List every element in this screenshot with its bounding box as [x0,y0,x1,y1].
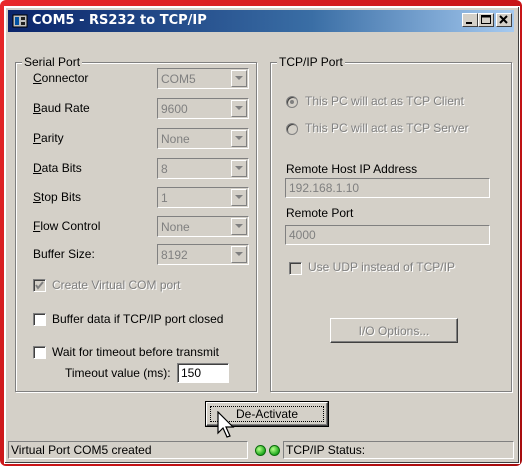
chevron-down-icon[interactable] [231,246,247,263]
mouse-cursor-icon [217,411,235,438]
buffer-size-select[interactable]: 8192 [157,244,249,265]
serial-port-app-icon [12,13,28,29]
checkmark-icon [35,281,44,290]
app-window: COM5 - RS232 to TCP/IP Serial Port Conne… [4,6,520,464]
timeout-value-input[interactable]: 150 [177,363,229,383]
create-virtual-com-checkbox[interactable] [33,279,46,292]
status-led-green-icon [269,445,280,456]
buffer-data-label: Buffer data if TCP/IP port closed [52,312,224,326]
flow-control-label: Flow Control [33,219,101,233]
status-message: Virtual Port COM5 created [11,443,152,457]
use-udp-label: Use UDP instead of TCP/IP [308,260,455,274]
tcpip-port-group-label: TCP/IP Port [277,55,345,69]
maximize-icon [481,15,491,24]
tcp-client-radio[interactable] [286,96,298,108]
baud-rate-select[interactable]: 9600 [157,98,249,119]
status-led-green-icon [255,445,266,456]
tcp-server-radio[interactable] [286,123,298,135]
remote-port-label: Remote Port [286,206,354,220]
flow-control-select[interactable]: None [157,216,249,237]
window-title: COM5 - RS232 to TCP/IP [32,13,207,28]
tcp-server-label: This PC will act as TCP Server [305,121,469,135]
chevron-down-icon[interactable] [231,189,247,206]
minimize-button[interactable] [462,13,478,27]
tcp-client-label: This PC will act as TCP Client [305,94,464,108]
stop-bits-select[interactable]: 1 [157,187,249,208]
tcp-status-panel: TCP/IP Status: [283,441,514,459]
data-bits-label: Data Bits [33,161,82,175]
baud-rate-label: Baud Rate [33,101,90,115]
chevron-down-icon[interactable] [231,100,247,117]
use-udp-checkbox[interactable] [289,262,302,275]
chevron-down-icon[interactable] [231,218,247,235]
timeout-value-label: Timeout value (ms): [65,366,171,380]
close-button[interactable] [496,13,512,27]
parity-select[interactable]: None [157,128,249,149]
chevron-down-icon[interactable] [231,130,247,147]
connector-label: Connector [33,71,89,85]
remote-host-label: Remote Host IP Address [286,162,418,176]
connector-select[interactable]: COM5 [157,68,249,89]
close-icon [499,15,508,24]
buffer-data-checkbox[interactable] [33,313,46,326]
remote-port-input[interactable]: 4000 [285,225,490,245]
wait-timeout-checkbox[interactable] [33,346,46,359]
wait-timeout-label: Wait for timeout before transmit [52,345,219,359]
tcp-status-label: TCP/IP Status: [286,443,366,457]
remote-host-input[interactable]: 192.168.1.10 [285,178,490,198]
io-options-button[interactable]: I/O Options... [330,318,458,343]
stop-bits-label: Stop Bits [33,190,82,204]
chevron-down-icon[interactable] [231,160,247,177]
data-bits-select[interactable]: 8 [157,158,249,179]
title-bar[interactable]: COM5 - RS232 to TCP/IP [8,10,514,32]
chevron-down-icon[interactable] [231,70,247,87]
maximize-button[interactable] [478,13,494,27]
create-virtual-com-label: Create Virtual COM port [52,278,181,292]
minimize-icon [466,22,472,24]
serial-port-group-label: Serial Port [22,55,83,69]
parity-label: Parity [33,131,64,145]
buffer-size-label: Buffer Size: [33,247,95,261]
status-message-panel: Virtual Port COM5 created [8,441,248,459]
